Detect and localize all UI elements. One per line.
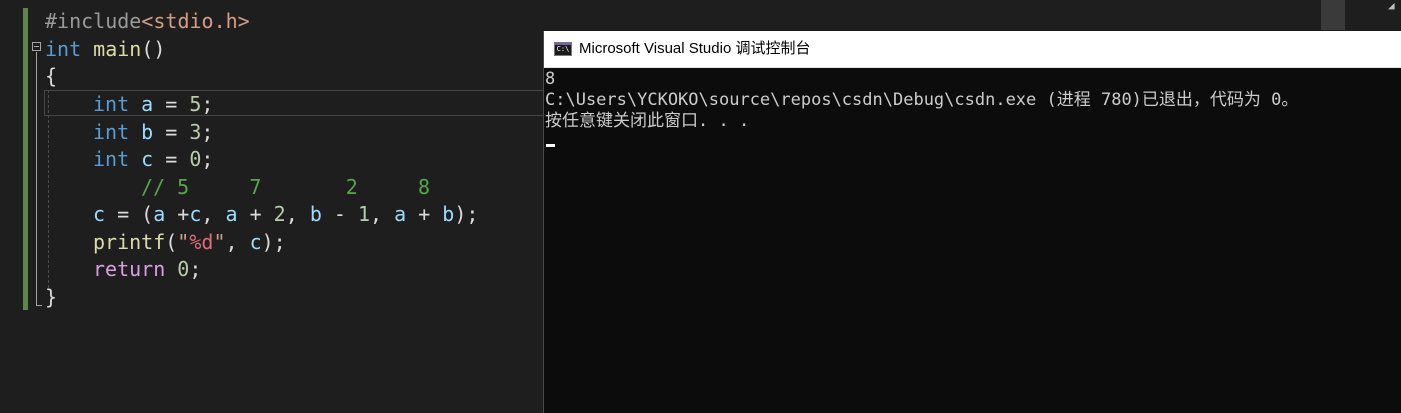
decl-c-type: int <box>93 147 130 171</box>
decl-c-name: c <box>141 147 154 171</box>
printf-quote-close: " <box>213 230 226 254</box>
main-parens: () <box>141 37 166 61</box>
assign-minus: - <box>321 202 358 226</box>
assign-c1: c <box>189 202 202 226</box>
console-title: Microsoft Visual Studio 调试控制台 <box>579 40 811 57</box>
include-header: <stdio.h> <box>141 9 250 33</box>
return-space <box>165 257 177 281</box>
assign-comma1: , <box>201 202 226 226</box>
code-line-main[interactable]: int main() <box>45 36 165 62</box>
fold-guide-line <box>36 52 37 306</box>
code-line-decl-a[interactable]: int a = 5; <box>93 91 213 117</box>
printf-format: %d <box>189 230 214 254</box>
assign-eq: = ( <box>105 202 154 226</box>
console-cursor <box>546 144 555 147</box>
assign-plus2: + <box>237 202 274 226</box>
code-line-return[interactable]: return 0; <box>93 256 201 282</box>
return-end: ; <box>189 257 202 281</box>
printf-sep: , <box>225 230 250 254</box>
decl-a-name: a <box>141 92 154 116</box>
decl-c-end: ; <box>201 147 214 171</box>
decl-a-end: ; <box>201 92 214 116</box>
printf-arg: c <box>249 230 262 254</box>
return-keyword: return <box>93 257 166 281</box>
console-output-line: C:\Users\YCKOKO\source\repos\csdn\Debug\… <box>545 90 1299 110</box>
console-app-icon: C:\ <box>554 42 572 56</box>
decl-a-value: 5 <box>189 92 202 116</box>
decl-a-type: int <box>93 92 130 116</box>
decl-a-op: = <box>153 92 190 116</box>
assign-a3: a <box>394 202 407 226</box>
decl-c-value: 0 <box>189 147 202 171</box>
code-line-decl-b[interactable]: int b = 3; <box>93 119 213 145</box>
assign-comma2: , <box>285 202 310 226</box>
assign-n2: 2 <box>273 202 286 226</box>
main-function-name: main <box>93 37 142 61</box>
printf-name: printf <box>93 230 166 254</box>
assign-a1: a <box>153 202 166 226</box>
printf-end: ); <box>261 230 286 254</box>
decl-c-op: = <box>153 147 190 171</box>
code-line-include[interactable]: #include<stdio.h> <box>45 8 250 34</box>
console-output-line: 按任意键关闭此窗口. . . <box>545 111 750 131</box>
assign-lhs: c <box>93 202 106 226</box>
printf-open: ( <box>165 230 178 254</box>
decl-b-value: 3 <box>189 120 202 144</box>
code-line-comment[interactable]: // 5 7 2 8 <box>141 174 430 200</box>
console-titlebar[interactable]: C:\ Microsoft Visual Studio 调试控制台 <box>544 31 1401 68</box>
close-brace: } <box>45 285 58 309</box>
fold-guide-end <box>36 305 42 306</box>
decl-b-name: b <box>141 120 154 144</box>
decl-b-type: int <box>93 120 130 144</box>
code-line-printf[interactable]: printf("%d", c); <box>93 229 286 255</box>
assign-b2: b <box>442 202 455 226</box>
assign-plus3: + <box>406 202 443 226</box>
assign-n1: 1 <box>357 202 371 226</box>
console-output-line: 8 <box>545 69 556 89</box>
open-brace: { <box>45 64 58 88</box>
change-tracking-bar <box>23 8 28 310</box>
scrollbar-thumb[interactable] <box>1321 0 1345 30</box>
decl-b-end: ; <box>201 120 214 144</box>
decl-b-op: = <box>153 120 190 144</box>
assign-comma3: , <box>370 202 395 226</box>
code-line-assign[interactable]: c = (a +c, a + 2, b - 1, a + b); <box>93 201 478 227</box>
assign-a2: a <box>225 202 238 226</box>
code-line-decl-c[interactable]: int c = 0; <box>93 146 213 172</box>
printf-quote-open: " <box>177 230 190 254</box>
collapse-toggle-icon[interactable] <box>32 42 41 51</box>
main-return-type: int <box>45 37 82 61</box>
code-line-open-brace[interactable]: { <box>45 63 57 89</box>
indent-guide <box>48 90 49 288</box>
assign-b1: b <box>309 202 322 226</box>
debug-console-window[interactable]: C:\ Microsoft Visual Studio 调试控制台 8 C:\U… <box>543 31 1401 413</box>
include-keyword: #include <box>45 9 142 33</box>
return-value: 0 <box>177 257 190 281</box>
assign-plus1: + <box>165 202 190 226</box>
console-output[interactable]: 8 C:\Users\YCKOKO\source\repos\csdn\Debu… <box>545 69 1400 409</box>
code-line-close-brace[interactable]: } <box>45 284 57 310</box>
assign-end: ); <box>454 202 479 226</box>
scroll-up-arrow-icon[interactable]: ◢ <box>1388 0 1395 12</box>
